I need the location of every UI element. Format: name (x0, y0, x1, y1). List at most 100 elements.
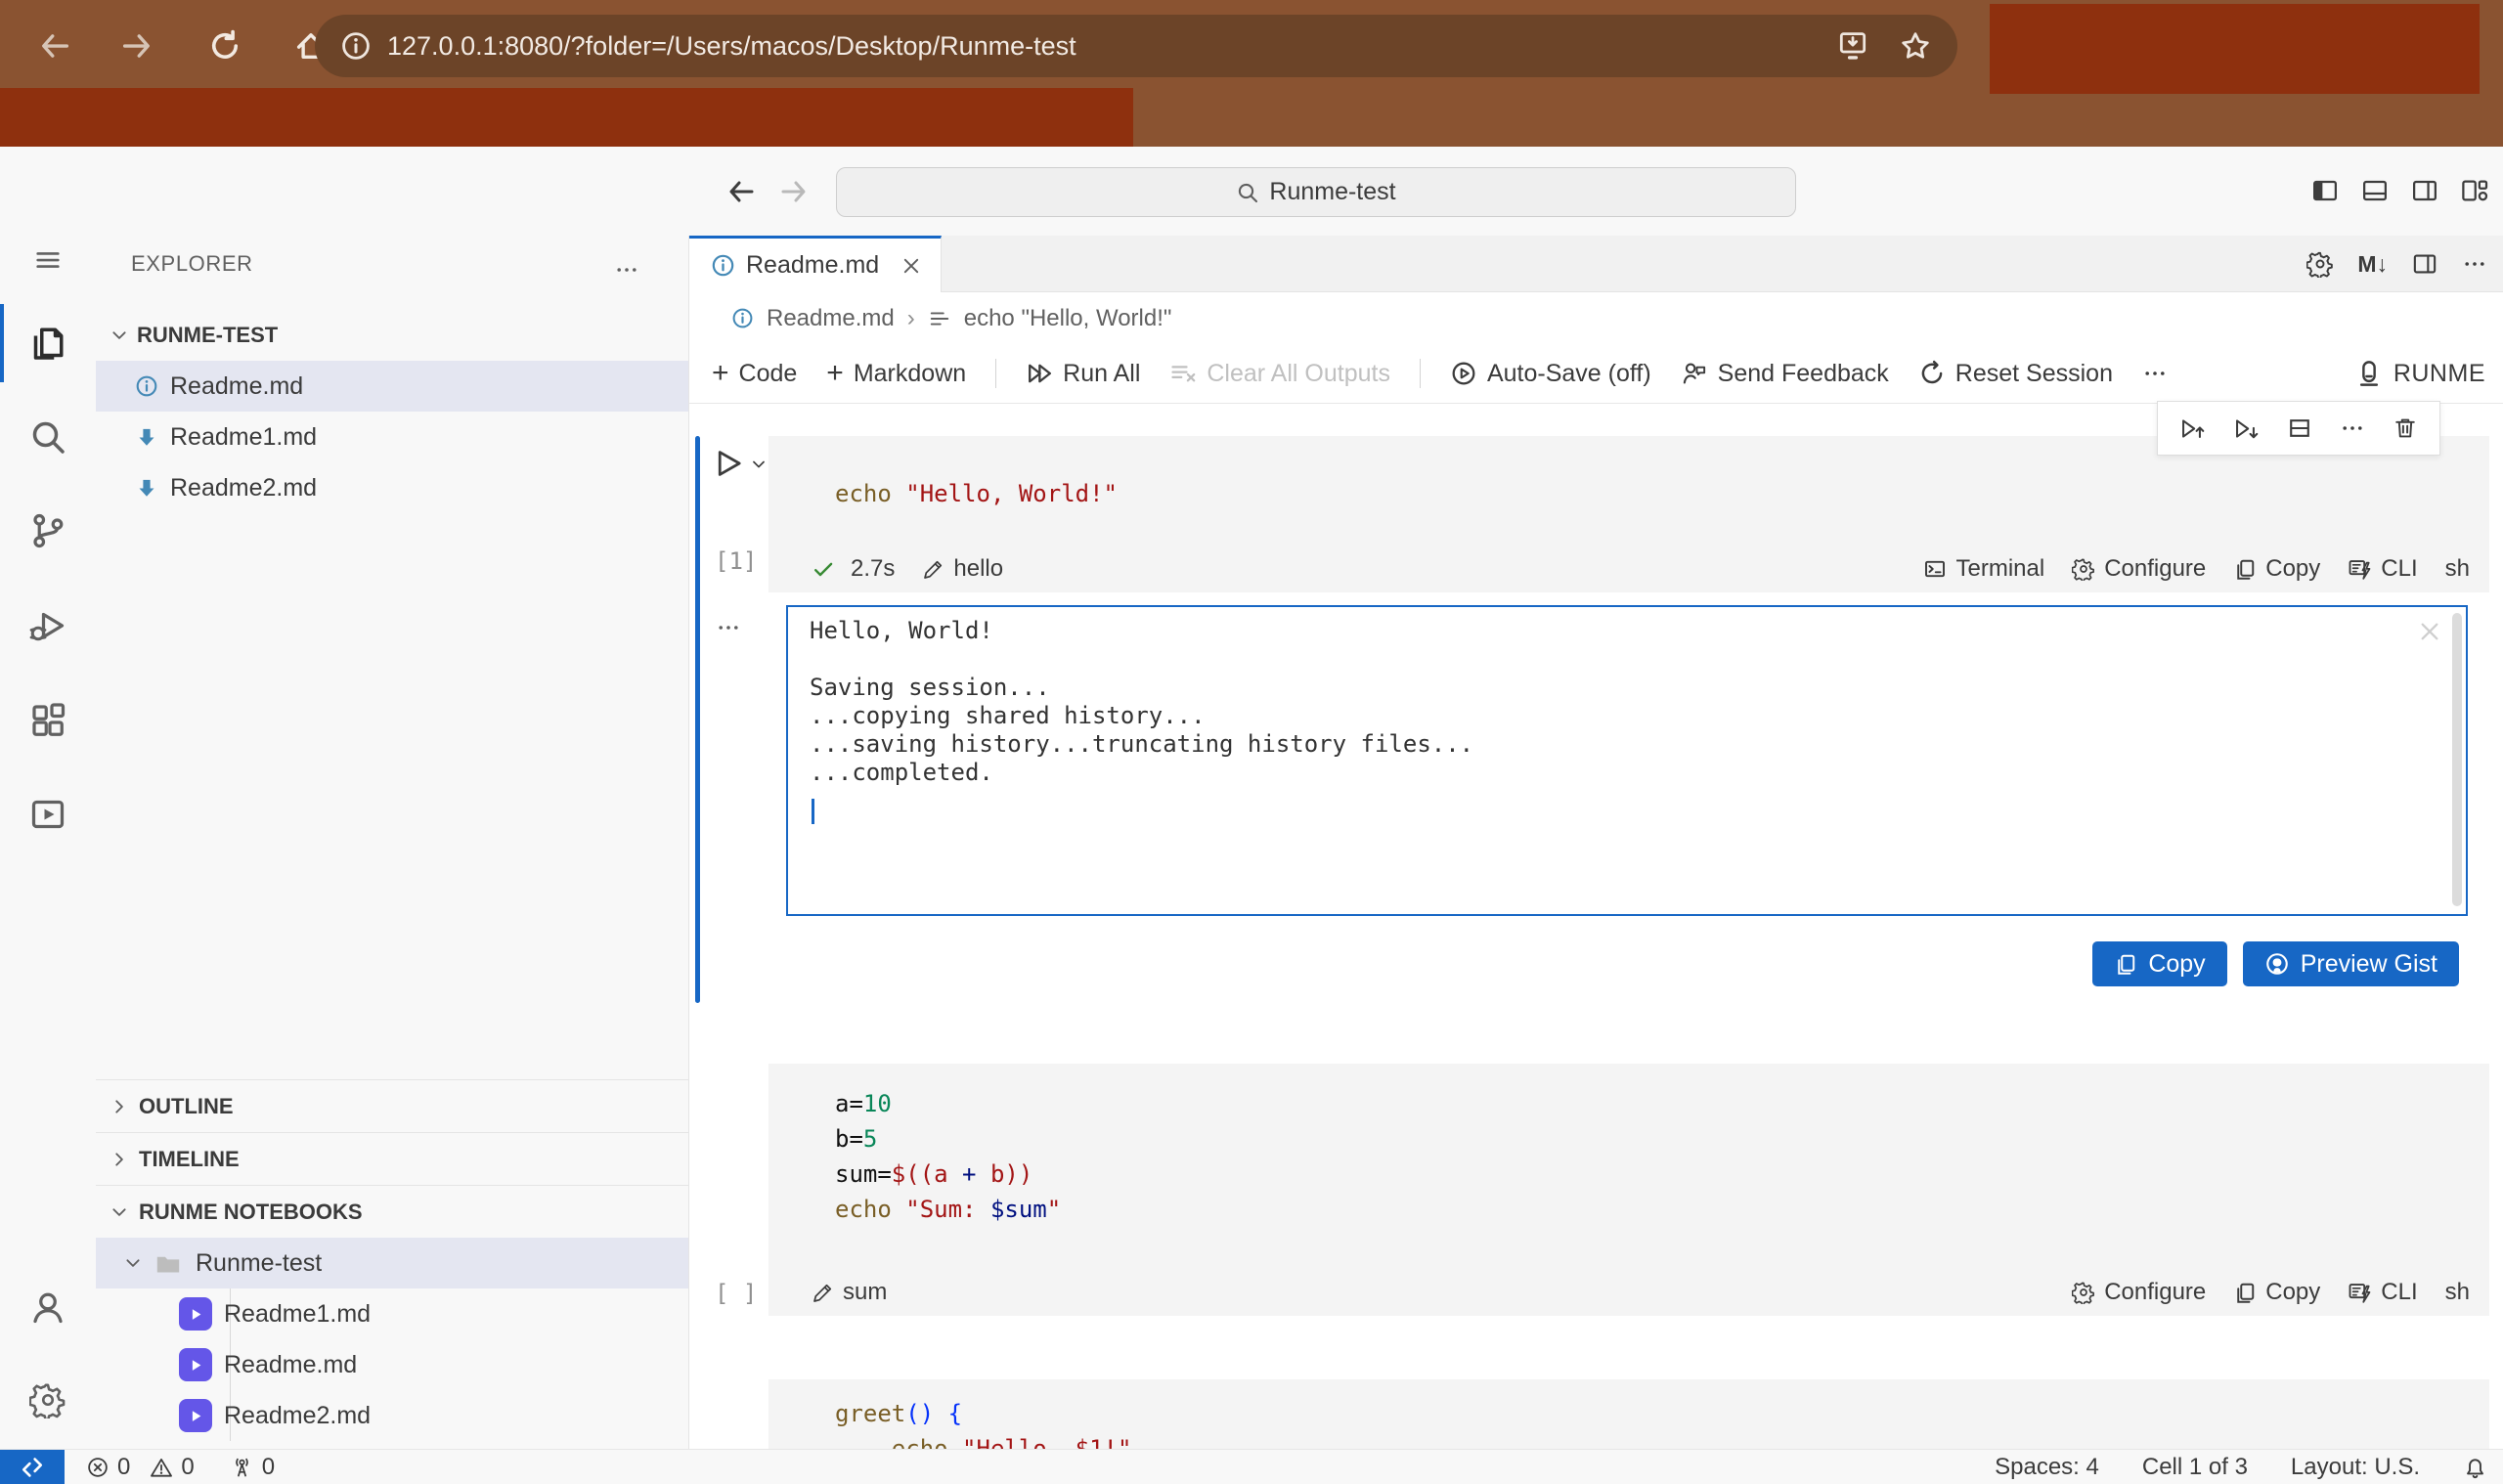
run-options-chevron-icon[interactable] (750, 456, 768, 473)
account-icon[interactable] (0, 1273, 96, 1341)
cell3-editor[interactable]: greet() { echo "Hello, $1!" (768, 1379, 2489, 1449)
ports-indicator[interactable]: 0 (230, 1454, 275, 1481)
workspace-name: RUNME-TEST (137, 323, 278, 348)
add-markdown-button[interactable]: +Markdown (826, 357, 966, 390)
plus-icon: + (712, 357, 729, 390)
run-debug-icon[interactable] (0, 591, 96, 660)
breadcrumb-cell[interactable]: echo "Hello, World!" (964, 305, 1172, 332)
address-bar[interactable]: 127.0.0.1:8080/?folder=/Users/macos/Desk… (315, 15, 1957, 77)
notifications-bell-icon[interactable] (2463, 1455, 2487, 1479)
split-editor-icon[interactable] (2411, 250, 2438, 278)
install-app-icon[interactable] (1836, 29, 1869, 63)
notebook-gear-icon[interactable] (2306, 250, 2334, 278)
section-timeline[interactable]: TIMELINE (96, 1132, 688, 1185)
preview-gist-button[interactable]: Preview Gist (2243, 941, 2459, 986)
cell1-code[interactable]: echo "Hello, World!" (835, 482, 1118, 505)
reset-session-button[interactable]: Reset Session (1918, 360, 2113, 388)
copy-action[interactable]: Copy (2233, 555, 2320, 583)
section-outline[interactable]: OUTLINE (96, 1079, 688, 1132)
cell2-code[interactable]: a=10 b=5 sum=$((a + b)) echo "Sum: $sum" (835, 1086, 1061, 1227)
command-center[interactable]: Runme-test (836, 167, 1796, 217)
cell-name[interactable]: hello (922, 555, 1003, 583)
breadcrumb-file[interactable]: Readme.md (767, 305, 895, 332)
add-code-button[interactable]: +Code (712, 357, 797, 390)
run-cell-button[interactable] (713, 447, 746, 480)
cell-position-status[interactable]: Cell 1 of 3 (2142, 1454, 2248, 1481)
editor-more-actions-icon[interactable] (2462, 251, 2487, 277)
run-all-button[interactable]: Run All (1026, 360, 1140, 388)
send-feedback-button[interactable]: Send Feedback (1681, 360, 1889, 388)
search-view-icon[interactable] (0, 403, 96, 471)
configure-action[interactable]: Configure (2072, 1279, 2206, 1306)
execute-above-icon[interactable] (2179, 415, 2206, 442)
remote-indicator[interactable] (0, 1450, 65, 1484)
cell-language[interactable]: sh (2445, 1279, 2470, 1306)
tab-readme[interactable]: Readme.md (689, 236, 942, 292)
browser-forward-button[interactable] (119, 28, 154, 64)
output-scrollbar[interactable] (2452, 613, 2462, 906)
browser-reload-button[interactable] (207, 28, 242, 64)
history-back-button[interactable] (725, 176, 757, 207)
cli-zap-icon (2348, 1281, 2372, 1305)
browser-back-button[interactable] (37, 28, 72, 64)
explorer-icon[interactable] (0, 309, 96, 377)
address-url[interactable]: 127.0.0.1:8080/?folder=/Users/macos/Desk… (387, 31, 1836, 62)
file-row-readme1[interactable]: Readme1.md (96, 412, 688, 462)
cell-name[interactable]: sum (812, 1279, 887, 1306)
notebook-file-row[interactable]: Readme1.md (96, 1288, 688, 1339)
output-close-icon[interactable] (2417, 619, 2442, 644)
notebook-file-row[interactable]: Readme.md (96, 1339, 688, 1390)
file-row-readme[interactable]: Readme.md (96, 361, 688, 412)
explorer-more-actions-icon[interactable] (614, 257, 639, 283)
output-menu-icon[interactable] (716, 615, 741, 640)
indent-status[interactable]: Spaces: 4 (1995, 1454, 2099, 1481)
markdown-preview-icon[interactable]: M↓ (2357, 251, 2388, 278)
bookmark-star-icon[interactable] (1899, 29, 1932, 63)
problems-indicator[interactable]: 0 0 (86, 1454, 195, 1481)
copy-output-button[interactable]: Copy (2092, 941, 2226, 986)
cell-language[interactable]: sh (2445, 555, 2470, 583)
search-icon (1236, 181, 1259, 204)
toggle-secondary-sidebar-icon[interactable] (2410, 176, 2439, 205)
clear-all-outputs-button[interactable]: Clear All Outputs (1169, 360, 1390, 388)
section-runme-notebooks[interactable]: RUNME NOTEBOOKS (96, 1185, 688, 1238)
notebook-file-name: Readme.md (224, 1351, 357, 1379)
gear-icon (2072, 1281, 2095, 1304)
file-name: Readme.md (170, 372, 303, 401)
cell-more-icon[interactable] (2340, 415, 2365, 441)
toolbar-divider (1420, 359, 1421, 388)
vscode-window: Runme-test EXPLORER (0, 147, 2503, 1484)
terminal-action[interactable]: Terminal (1923, 555, 2044, 583)
configure-action[interactable]: Configure (2072, 555, 2206, 583)
cli-action[interactable]: CLI (2348, 555, 2417, 583)
toggle-panel-icon[interactable] (2360, 176, 2390, 205)
runme-view-icon[interactable] (0, 780, 96, 849)
cell3-code[interactable]: greet() { echo "Hello, $1!" (835, 1396, 1131, 1449)
plus-icon: + (826, 357, 844, 390)
split-cell-icon[interactable] (2287, 415, 2312, 441)
file-row-readme2[interactable]: Readme2.md (96, 462, 688, 513)
cell2-editor[interactable]: a=10 b=5 sum=$((a + b)) echo "Sum: $sum"… (768, 1064, 2489, 1316)
cell1-editor[interactable]: echo "Hello, World!" 2.7s hello Terminal… (768, 436, 2489, 592)
toolbar-more-icon[interactable] (2142, 361, 2168, 386)
workspace-header[interactable]: RUNME-TEST (96, 310, 688, 361)
auto-save-button[interactable]: Auto-Save (off) (1450, 360, 1651, 388)
keyboard-layout-status[interactable]: Layout: U.S. (2291, 1454, 2420, 1481)
circle-play-icon (1450, 360, 1477, 387)
execute-below-icon[interactable] (2233, 415, 2260, 442)
notebook-folder-row[interactable]: Runme-test (96, 1238, 688, 1288)
history-forward-button[interactable] (778, 176, 810, 207)
settings-gear-icon[interactable] (0, 1366, 96, 1434)
delete-cell-icon[interactable] (2393, 415, 2418, 441)
extensions-icon[interactable] (0, 686, 96, 755)
source-control-icon[interactable] (0, 497, 96, 565)
cli-action[interactable]: CLI (2348, 1279, 2417, 1306)
copy-action[interactable]: Copy (2233, 1279, 2320, 1306)
cell1-output-terminal[interactable]: Hello, World! Saving session... ...copyi… (786, 605, 2468, 916)
tab-close-icon[interactable] (900, 255, 922, 277)
notebook-file-row[interactable]: Readme2.md (96, 1390, 688, 1441)
customize-layout-icon[interactable] (2460, 176, 2489, 205)
site-info-icon[interactable] (340, 30, 372, 62)
menu-hamburger-icon[interactable] (0, 231, 96, 289)
toggle-sidebar-icon[interactable] (2310, 176, 2340, 205)
